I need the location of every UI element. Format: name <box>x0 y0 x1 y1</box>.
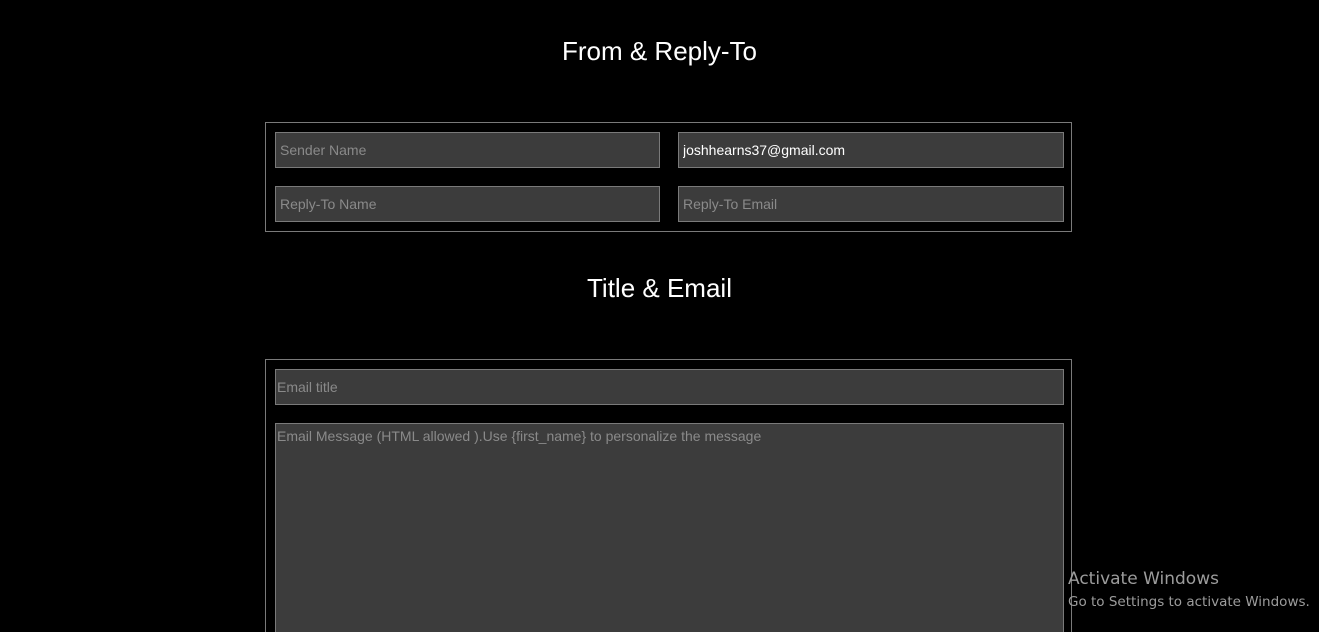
title-email-panel <box>265 359 1072 632</box>
email-message-textarea[interactable] <box>275 423 1064 632</box>
from-reply-to-heading: From & Reply-To <box>561 36 758 66</box>
from-reply-to-panel <box>265 122 1072 232</box>
reply-to-name-input[interactable] <box>275 186 660 222</box>
sender-name-input[interactable] <box>275 132 660 168</box>
title-email-heading: Title & Email <box>587 273 732 303</box>
email-title-input[interactable] <box>275 369 1064 405</box>
watermark-subtitle: Go to Settings to activate Windows. <box>1068 594 1310 610</box>
sender-email-input[interactable] <box>678 132 1064 168</box>
watermark-title: Activate Windows <box>1068 569 1219 589</box>
reply-to-email-input[interactable] <box>678 186 1064 222</box>
activate-windows-watermark: Activate Windows Go to Settings to activ… <box>1068 568 1310 614</box>
